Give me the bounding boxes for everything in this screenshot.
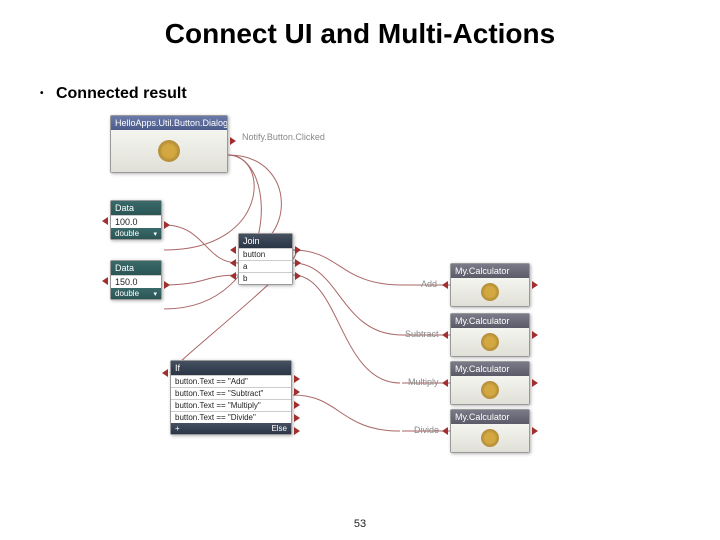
input-port[interactable] (230, 259, 236, 267)
output-port[interactable] (230, 137, 236, 145)
input-port[interactable] (442, 281, 448, 289)
dropdown-icon[interactable] (151, 229, 157, 238)
node-body (451, 376, 529, 404)
output-port[interactable] (295, 246, 301, 254)
node-header: If (171, 361, 291, 375)
node-join[interactable]: Join button a b (238, 233, 293, 285)
join-row: b (239, 272, 292, 284)
node-body (451, 424, 529, 452)
data-type: double (115, 229, 139, 238)
node-header: Data (111, 201, 161, 215)
node-header: My.Calculator (451, 264, 529, 278)
gear-icon (481, 429, 499, 447)
output-port[interactable] (295, 259, 301, 267)
if-footer: + Else (171, 423, 291, 434)
bullet-icon: • (40, 88, 44, 99)
subtitle-text: Connected result (56, 85, 187, 102)
output-port[interactable] (295, 272, 301, 280)
op-label: Subtract (405, 329, 439, 339)
op-label: Divide (414, 425, 439, 435)
node-calculator-multiply[interactable]: My.Calculator (450, 361, 530, 405)
input-port[interactable] (162, 369, 168, 377)
node-calculator-divide[interactable]: My.Calculator (450, 409, 530, 453)
output-port[interactable] (294, 375, 300, 383)
if-condition: button.Text == "Divide" (171, 411, 291, 423)
data-value: 100.0 (111, 215, 161, 228)
input-port[interactable] (442, 379, 448, 387)
output-port[interactable] (294, 427, 300, 435)
output-port[interactable] (294, 414, 300, 422)
input-port[interactable] (442, 331, 448, 339)
node-data-1[interactable]: Data 100.0 double (110, 200, 162, 240)
dropdown-icon[interactable] (151, 289, 157, 298)
output-port[interactable] (294, 401, 300, 409)
output-port[interactable] (294, 388, 300, 396)
input-port[interactable] (442, 427, 448, 435)
node-header: My.Calculator (451, 410, 529, 424)
input-port[interactable] (230, 272, 236, 280)
node-button-dialog[interactable]: HelloApps.Util.Button.Dialog (110, 115, 228, 173)
gear-icon (481, 333, 499, 351)
input-port[interactable] (102, 277, 108, 285)
output-port[interactable] (164, 281, 170, 289)
node-body (111, 130, 227, 172)
node-data-2[interactable]: Data 150.0 double (110, 260, 162, 300)
node-calculator-subtract[interactable]: My.Calculator (450, 313, 530, 357)
output-port[interactable] (164, 221, 170, 229)
if-condition: button.Text == "Multiply" (171, 399, 291, 411)
notify-label: Notify.Button.Clicked (242, 132, 325, 142)
gear-icon (481, 283, 499, 301)
data-type-row: double (111, 228, 161, 239)
data-value: 150.0 (111, 275, 161, 288)
output-port[interactable] (532, 379, 538, 387)
node-body (451, 328, 529, 356)
slide-title: Connect UI and Multi-Actions (0, 0, 720, 50)
input-port[interactable] (230, 246, 236, 254)
if-condition: button.Text == "Subtract" (171, 387, 291, 399)
join-row: button (239, 248, 292, 260)
node-calculator-add[interactable]: My.Calculator (450, 263, 530, 307)
subtitle: • Connected result (40, 85, 187, 103)
output-port[interactable] (532, 281, 538, 289)
node-header: Join (239, 234, 292, 248)
data-type: double (115, 289, 139, 298)
page-number: 53 (0, 518, 720, 530)
diagram-canvas: HelloApps.Util.Button.Dialog Notify.Butt… (110, 115, 640, 505)
gear-icon (481, 381, 499, 399)
node-header: My.Calculator (451, 362, 529, 376)
add-condition-button[interactable]: + (175, 424, 180, 433)
op-label: Multiply (408, 377, 439, 387)
node-if[interactable]: If button.Text == "Add" button.Text == "… (170, 360, 292, 435)
input-port[interactable] (102, 217, 108, 225)
else-label: Else (271, 424, 287, 433)
data-type-row: double (111, 288, 161, 299)
output-port[interactable] (532, 427, 538, 435)
node-body (451, 278, 529, 306)
node-header: My.Calculator (451, 314, 529, 328)
node-header: HelloApps.Util.Button.Dialog (111, 116, 227, 130)
connection-wires (110, 115, 640, 505)
output-port[interactable] (532, 331, 538, 339)
op-label: Add (421, 279, 437, 289)
node-header: Data (111, 261, 161, 275)
gear-icon (158, 140, 180, 162)
join-row: a (239, 260, 292, 272)
if-condition: button.Text == "Add" (171, 375, 291, 387)
